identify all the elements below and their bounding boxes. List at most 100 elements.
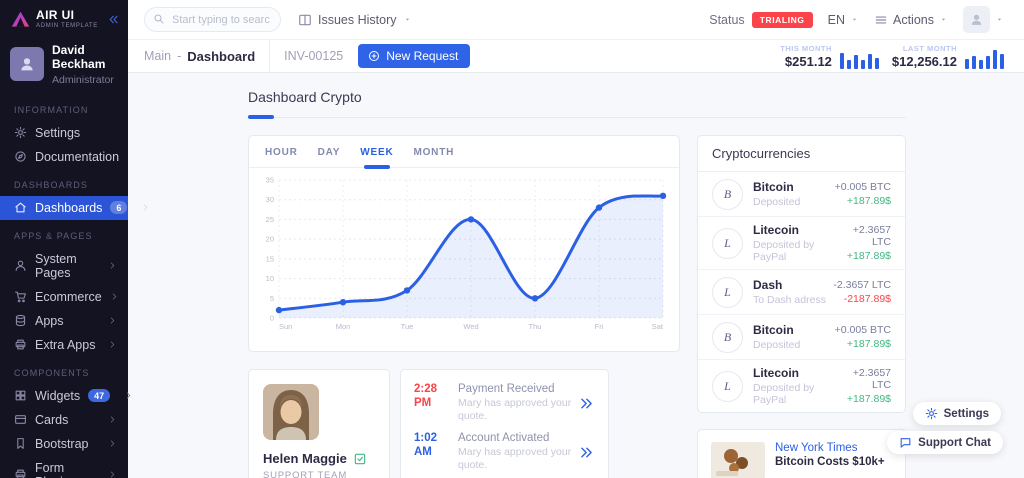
coin-value: +187.89$	[846, 250, 891, 262]
sidebar-item-apps[interactable]: Apps	[0, 309, 128, 333]
chevron-right-icon	[110, 292, 119, 301]
support-chat-fab-label: Support Chat	[918, 436, 991, 449]
user-avatar	[10, 47, 44, 82]
home-icon	[14, 201, 27, 214]
timeline-title: Payment Received	[458, 383, 555, 395]
svg-text:30: 30	[266, 195, 274, 204]
agent-photo	[263, 384, 319, 440]
crypto-row-bitcoin[interactable]: B Bitcoin Deposited +0.005 BTC +187.89$	[698, 315, 905, 360]
brand-logo-icon	[10, 10, 31, 29]
stat-label: LAST MONTH	[902, 43, 957, 53]
crypto-row-litecoin[interactable]: L Litecoin Deposited by PayPal +2.3657 LTC +…	[698, 360, 905, 412]
timeline-description: Mary has approved your quote.	[458, 446, 572, 472]
svg-text:5: 5	[270, 294, 274, 303]
db-icon	[14, 314, 27, 327]
tab-hour[interactable]: HOUR	[265, 147, 298, 158]
sidebar-item-extra-apps[interactable]: Extra Apps	[0, 333, 128, 357]
svg-text:Tue: Tue	[401, 322, 414, 331]
svg-text:Mon: Mon	[336, 322, 351, 331]
coin-symbol-icon: B	[712, 321, 743, 353]
tab-week[interactable]: WEEK	[360, 147, 393, 158]
chevron-right-icon	[108, 261, 117, 270]
divider	[274, 116, 906, 118]
crypto-row-bitcoin[interactable]: B Bitcoin Deposited +0.005 BTC +187.89$	[698, 172, 905, 217]
gear-icon	[925, 407, 938, 420]
support-chat-fab[interactable]: Support Chat	[887, 431, 1003, 454]
status-label: Status	[709, 12, 745, 27]
sidebar-item-widgets[interactable]: Widgets 47	[0, 384, 131, 408]
sidebar-item-bootstrap[interactable]: Bootstrap	[0, 432, 128, 456]
sidebar-collapse-icon[interactable]	[107, 13, 120, 26]
sidebar-section-label: INFORMATION	[14, 104, 89, 115]
crypto-row-litecoin[interactable]: L Litecoin Deposited by PayPal +2.3657 LTC +…	[698, 217, 905, 270]
sidebar-item-dashboards[interactable]: Dashboards 6	[0, 195, 148, 220]
sidebar-item-documentation[interactable]: Documentation	[0, 145, 128, 169]
coin-description: Deposited	[753, 196, 801, 208]
sidebar-item-label: Apps	[35, 313, 64, 328]
brand-subtitle: ADMIN TEMPLATE	[36, 23, 98, 29]
language-dropdown[interactable]: EN	[828, 13, 859, 27]
coin-description: Deposited by PayPal	[753, 382, 815, 406]
issues-history-dropdown[interactable]: Issues History	[298, 13, 412, 27]
stat-value: $251.12	[784, 53, 832, 69]
double-chevron-icon[interactable]	[578, 444, 595, 461]
sidebar-item-system-pages[interactable]: System Pages	[0, 247, 128, 285]
tab-month[interactable]: MONTH	[413, 147, 454, 158]
profile-menu[interactable]	[963, 6, 1004, 33]
actions-dropdown[interactable]: Actions	[874, 13, 948, 27]
topbar-right: Status TRIALING EN Actions	[709, 6, 1004, 33]
this-month-stat: THIS MONTH $251.12	[780, 44, 879, 69]
svg-text:Wed: Wed	[463, 322, 478, 331]
topbar: Issues History Status TRIALING EN Action…	[128, 0, 1024, 40]
user-name: David Beckham	[52, 43, 106, 72]
settings-fab[interactable]: Settings	[912, 402, 1001, 425]
sidebar-item-cards[interactable]: Cards	[0, 408, 128, 432]
news-card: New York Times Bitcoin Costs $10k+ Lorem…	[697, 429, 906, 478]
sidebar-item-label: Ecommerce	[35, 289, 102, 304]
sidebar-item-settings[interactable]: Settings	[0, 121, 128, 145]
timeline-item: 2:28 PM Payment Received Mary has approved…	[414, 383, 595, 423]
tab-day[interactable]: DAY	[318, 147, 341, 158]
coin-name: Litecoin	[753, 366, 800, 380]
coin-value: +187.89$	[846, 393, 891, 405]
sidebar-item-form-plugins[interactable]: Form Plugins	[0, 456, 128, 478]
mini-bar	[979, 59, 983, 69]
caret-down-icon	[850, 15, 859, 24]
stat-label: THIS MONTH	[780, 43, 832, 53]
sidebar: AIR UI ADMIN TEMPLATE David Beckham Admi…	[0, 0, 148, 478]
mini-bar	[853, 54, 858, 69]
timeline-description: Mary has approved your quote.	[458, 397, 572, 423]
news-source-link[interactable]: New York Times	[775, 442, 885, 454]
agent-team: SUPPORT TEAM	[263, 470, 348, 478]
printer-icon	[14, 468, 27, 478]
timeline-title: Account Activated	[458, 432, 550, 445]
breadcrumb-root[interactable]: Main	[144, 49, 171, 63]
page-title: Dashboard Crypto	[248, 89, 362, 105]
settings-fab-label: Settings	[943, 407, 989, 420]
bookmark-icon	[14, 437, 27, 450]
user-icon	[14, 259, 27, 272]
sidebar-item-ecommerce[interactable]: Ecommerce	[0, 285, 128, 309]
coin-symbol-icon: L	[712, 227, 743, 259]
stat-value: $12,256.12	[891, 53, 957, 69]
divider	[269, 39, 271, 73]
crypto-row-dash[interactable]: L Dash To Dash adress -2.3657 LTC -2187.89$	[698, 270, 905, 315]
double-chevron-icon[interactable]	[578, 395, 595, 412]
coin-name: Bitcoin	[753, 180, 794, 194]
month-stats: THIS MONTH $251.12 LAST MONTH $12,256.12	[780, 44, 1004, 69]
user-role: Administrator	[52, 73, 114, 86]
chevron-right-icon	[108, 415, 117, 424]
chart-range-tabs: HOUR DAY WEEK MONTH	[249, 136, 679, 168]
coin-amount: -2.3657 LTC	[833, 279, 891, 291]
coin-value: +187.89$	[846, 195, 891, 207]
sidebar-user[interactable]: David Beckham Administrator	[0, 35, 128, 94]
coin-symbol-icon: L	[712, 370, 743, 402]
mini-bar	[993, 49, 997, 69]
crypto-chart-card: HOUR DAY WEEK MONTH 0 5 10 15 20 25 30 35 Sun Mon Tue…	[248, 135, 680, 352]
menu-icon	[874, 13, 888, 27]
coin-value: -2187.89$	[843, 293, 891, 305]
count-badge: 6	[110, 201, 128, 215]
new-request-button[interactable]: New Request	[358, 44, 471, 68]
sidebar-section-label: COMPONENTS	[14, 367, 90, 378]
coin-name: Bitcoin	[753, 323, 794, 337]
